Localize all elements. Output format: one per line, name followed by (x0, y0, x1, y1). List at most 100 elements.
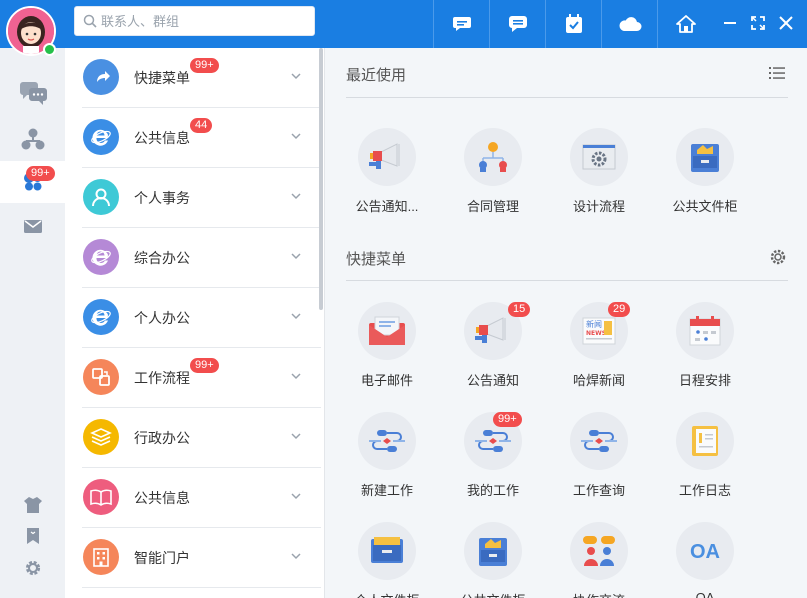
settings-gear-icon (25, 560, 40, 576)
app-label: 公共文件柜 (448, 590, 538, 598)
newspaper-icon: 新闻NEWS (582, 317, 616, 345)
org-chart-icon (21, 128, 44, 150)
book-icon (90, 489, 112, 506)
online-status-indicator (43, 43, 56, 56)
app-my-work[interactable]: 99+ 我的工作 (448, 412, 538, 512)
rail-apps[interactable]: 99+ (0, 161, 65, 203)
minimize-button[interactable] (719, 12, 741, 34)
list-view-icon[interactable] (769, 66, 785, 80)
people-chat-icon (583, 536, 615, 566)
menu-item-personal-office[interactable]: 个人办公 (82, 288, 321, 348)
app-public-file-cabinet-recent[interactable]: 公共文件柜 (660, 128, 750, 228)
close-button[interactable] (775, 12, 797, 34)
svg-text:新闻: 新闻 (586, 319, 602, 329)
menu-item-label: 综合办公 (134, 250, 190, 266)
home-toolbar-button[interactable] (657, 0, 713, 48)
message-square-icon (508, 16, 527, 32)
app-email[interactable]: 电子邮件 (342, 302, 432, 402)
design-gear-icon (582, 144, 616, 170)
rail-mail[interactable] (0, 205, 65, 247)
menu-scrollbar[interactable] (319, 48, 323, 310)
menu-item-general-office[interactable]: 综合办公 (82, 228, 321, 288)
recent-section-title: 最近使用 (346, 67, 407, 84)
settings-gear-icon[interactable] (769, 248, 787, 266)
app-label: 电子邮件 (360, 373, 413, 388)
app-schedule[interactable]: 日程安排 (660, 302, 750, 402)
menu-item-badge: 44 (190, 118, 213, 133)
menu-item-admin-office[interactable]: 行政办公 (82, 408, 321, 468)
menu-item-icon-bg (83, 239, 119, 275)
search-box[interactable] (74, 6, 315, 36)
app-collaboration[interactable]: 协作交流 (554, 522, 644, 598)
ie-icon (91, 249, 111, 266)
svg-text:OA: OA (690, 541, 720, 563)
app-work-query[interactable]: 工作查询 (554, 412, 644, 512)
minimize-icon (724, 22, 736, 24)
app-icon-bg (358, 128, 416, 186)
app-oa[interactable]: OA OA (660, 522, 750, 598)
menu-item-public-info[interactable]: 公共信息 44 (82, 108, 321, 168)
app-public-file-cabinet[interactable]: 公共文件柜 (448, 522, 538, 598)
layers-icon (90, 428, 112, 446)
file-cabinet-icon (479, 538, 507, 566)
app-label: 日程安排 (678, 373, 731, 388)
maximize-button[interactable] (747, 12, 769, 34)
app-work-log[interactable]: 工作日志 (660, 412, 750, 512)
rail-settings[interactable] (0, 547, 65, 589)
ie-icon (91, 129, 111, 146)
app-label: 公告通知 (466, 373, 519, 388)
calendar-check-icon (565, 14, 582, 33)
flow-icon (369, 430, 405, 452)
chevron-down-icon (291, 73, 301, 80)
menu-item-label: 快捷菜单 (134, 70, 190, 86)
left-rail: 99+ (0, 48, 65, 598)
menu-item-public-info-2[interactable]: 公共信息 (82, 468, 321, 528)
search-icon (83, 14, 97, 28)
menu-item-icon-bg (83, 419, 119, 455)
app-badge: 99+ (493, 412, 522, 427)
calendar-icon (689, 316, 721, 346)
chevron-down-icon (291, 373, 301, 380)
hierarchy-icon (479, 142, 507, 172)
app-news[interactable]: 新闻 NEWS 29 哈焊新闻 (554, 302, 644, 402)
rail-chat[interactable] (0, 74, 65, 116)
app-contract-management[interactable]: 合同管理 (448, 128, 538, 228)
menu-item-badge: 99+ (190, 358, 219, 373)
app-announcement[interactable]: 15 公告通知 (448, 302, 538, 402)
chevron-down-icon (291, 433, 301, 440)
shortcuts-section-title: 快捷菜单 (346, 251, 407, 268)
calendar-toolbar-button[interactable] (545, 0, 601, 48)
chat-bubble-icon (452, 17, 471, 31)
menu-item-quick-menu[interactable]: 快捷菜单 99+ (82, 48, 321, 108)
app-announcement-recent[interactable]: 公告通知... (342, 128, 432, 228)
chevron-down-icon (291, 553, 301, 560)
ie-icon (91, 309, 111, 326)
chat-toolbar-button[interactable] (433, 0, 489, 48)
expand-icon (751, 16, 765, 30)
app-icon-bg (358, 302, 416, 360)
top-bar (0, 0, 807, 48)
app-personal-file-cabinet[interactable]: 个人文件柜 (342, 522, 432, 598)
theme-shirt-icon (23, 497, 42, 513)
chevron-down-icon (291, 193, 301, 200)
menu-item-icon-bg (83, 119, 119, 155)
rail-organization[interactable] (0, 118, 65, 160)
cloud-icon (619, 17, 641, 31)
menu-item-personal-affairs[interactable]: 个人事务 (82, 168, 321, 228)
app-icon-bg (570, 522, 628, 580)
app-design-process[interactable]: 设计流程 (554, 128, 644, 228)
messages-toolbar-button[interactable] (489, 0, 545, 48)
menu-item-label: 公共信息 (134, 130, 190, 146)
app-icon-bg (570, 128, 628, 186)
cloud-toolbar-button[interactable] (601, 0, 657, 48)
menu-item-workflow[interactable]: 工作流程 99+ (82, 348, 321, 408)
section-divider (346, 97, 788, 98)
envelope-icon (369, 316, 405, 345)
bookmark-icon (26, 528, 39, 544)
app-icon-bg (464, 522, 522, 580)
menu-item-icon-bg (83, 479, 119, 515)
section-divider (346, 280, 788, 281)
menu-item-smart-portal[interactable]: 智能门户 (82, 528, 321, 588)
app-new-work[interactable]: 新建工作 (342, 412, 432, 512)
search-input[interactable] (101, 7, 306, 35)
